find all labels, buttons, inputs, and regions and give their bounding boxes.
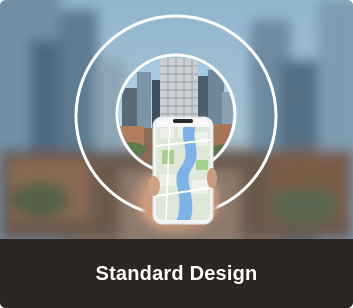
design-option-card[interactable]: Standard Design: [0, 0, 353, 308]
caption-bar: Standard Design: [0, 239, 353, 308]
hero-image: [0, 0, 353, 239]
phone-map-icon: [142, 116, 218, 225]
card-title: Standard Design: [95, 262, 258, 285]
